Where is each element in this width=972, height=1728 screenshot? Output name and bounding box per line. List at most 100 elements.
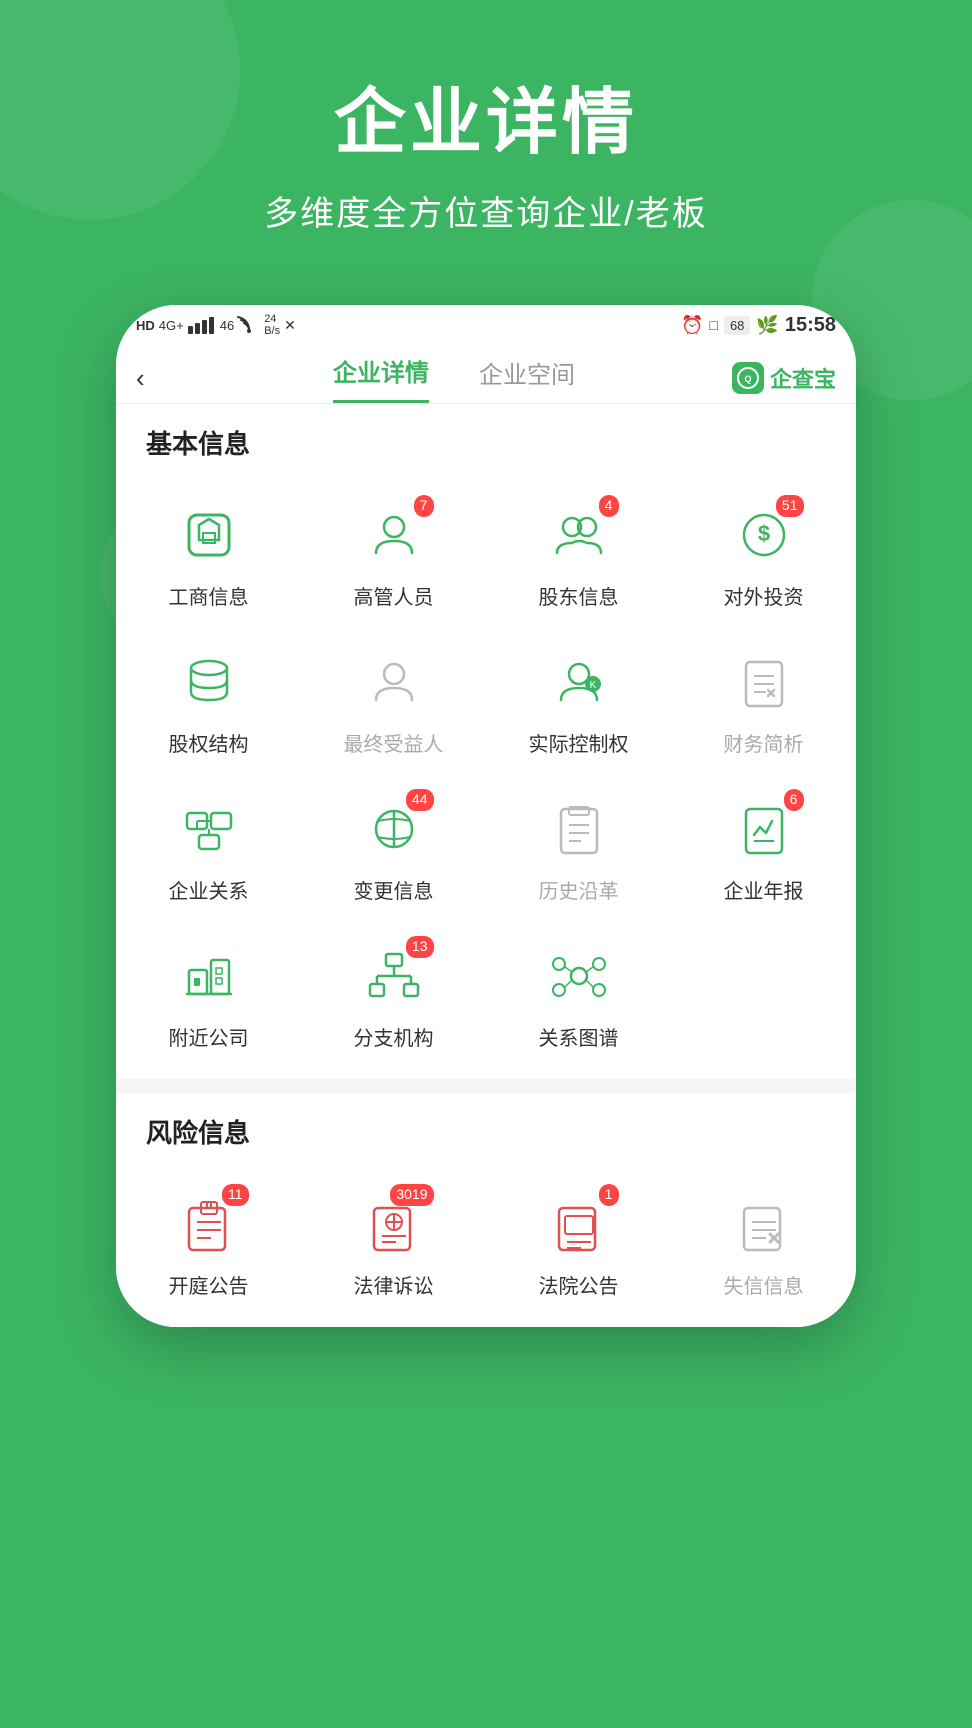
badge-fenzhi: 13: [406, 936, 434, 958]
gongshang-icon: [173, 499, 245, 571]
gudong-icon: 4: [543, 499, 615, 571]
qiye-rel-icon: [173, 793, 245, 865]
item-label: 开庭公告: [169, 1270, 249, 1299]
svg-text:K: K: [589, 680, 596, 691]
basic-info-grid: 工商信息 7 高管人员: [116, 471, 856, 1079]
item-label: 变更信息: [354, 875, 434, 904]
hero-subtitle: 多维度全方位查询企业/老板: [0, 186, 972, 235]
biangeng-icon: 44: [358, 793, 430, 865]
item-label: 企业关系: [169, 875, 249, 904]
badge-fayuan: 1: [599, 1184, 619, 1206]
caiwu-icon: [728, 646, 800, 718]
phone-frame: HD 4G+ 46 24B/s ✕ ⏰: [116, 305, 856, 1327]
status-hd: HD: [136, 318, 155, 333]
list-item[interactable]: 失信信息: [671, 1170, 856, 1317]
item-label: 失信信息: [724, 1270, 804, 1299]
lishi-icon: [543, 793, 615, 865]
kaiting-icon: 11: [173, 1188, 245, 1260]
shouyi-icon: [358, 646, 430, 718]
alarm-icon: ⏰: [681, 315, 703, 336]
touzi-icon: $ 51: [728, 499, 800, 571]
item-label: 法律诉讼: [354, 1270, 434, 1299]
battery-icon: 68: [724, 316, 750, 335]
risk-info-grid: 11 开庭公告 3019: [116, 1160, 856, 1327]
item-label: 历史沿革: [539, 875, 619, 904]
list-item[interactable]: 最终受益人: [301, 628, 486, 775]
item-label: 企业年报: [724, 875, 804, 904]
svg-text:$: $: [757, 521, 769, 546]
gaoguan-icon: 7: [358, 499, 430, 571]
hero-section: 企业详情 多维度全方位查询企业/老板: [0, 0, 972, 265]
list-item[interactable]: 企业关系: [116, 775, 301, 922]
status-time: 15:58: [785, 314, 836, 337]
list-item[interactable]: 股权结构: [116, 628, 301, 775]
phone-wrapper: HD 4G+ 46 24B/s ✕ ⏰: [0, 305, 972, 1327]
list-item[interactable]: 历史沿革: [486, 775, 671, 922]
list-item[interactable]: 11 开庭公告: [116, 1170, 301, 1317]
nfc-icon: □: [709, 317, 717, 333]
fayuan-icon: 1: [543, 1188, 615, 1260]
item-label: 分支机构: [354, 1022, 434, 1051]
risk-info-title: 风险信息: [116, 1093, 856, 1160]
item-label: 工商信息: [169, 581, 249, 610]
guquan-icon: [173, 646, 245, 718]
status-4g: 4G+: [159, 318, 184, 333]
section-divider: [116, 1079, 856, 1093]
list-item[interactable]: 7 高管人员: [301, 481, 486, 628]
item-label: 关系图谱: [539, 1022, 619, 1051]
status-bar: HD 4G+ 46 24B/s ✕ ⏰: [116, 305, 856, 343]
item-label: 附近公司: [169, 1022, 249, 1051]
tab-company-detail[interactable]: 企业详情: [333, 353, 429, 403]
fujin-icon: [173, 940, 245, 1012]
list-item[interactable]: 13 分支机构: [301, 922, 486, 1069]
list-item[interactable]: 44 变更信息: [301, 775, 486, 922]
status-left: HD 4G+ 46 24B/s ✕: [136, 313, 296, 337]
list-item[interactable]: 关系图谱: [486, 922, 671, 1069]
badge-biangeng: 44: [406, 789, 434, 811]
shixin-icon: [728, 1188, 800, 1260]
content-area: 基本信息 工商信息: [116, 404, 856, 1327]
badge-gaoguan: 7: [414, 495, 434, 517]
svg-text:Q: Q: [744, 374, 751, 384]
item-label: 高管人员: [354, 581, 434, 610]
list-item[interactable]: 3019 法律诉讼: [301, 1170, 486, 1317]
item-label: 股东信息: [539, 581, 619, 610]
item-label: 股权结构: [169, 728, 249, 757]
item-label: 实际控制权: [529, 728, 629, 757]
leaf-icon: 🌿: [756, 315, 778, 336]
fenzhi-icon: 13: [358, 940, 430, 1012]
status-data: 24B/s: [264, 313, 280, 337]
list-item[interactable]: $ 51 对外投资: [671, 481, 856, 628]
list-item[interactable]: 4 股东信息: [486, 481, 671, 628]
list-item[interactable]: 6 企业年报: [671, 775, 856, 922]
item-label: 法院公告: [539, 1270, 619, 1299]
susong-icon: 3019: [358, 1188, 430, 1260]
list-item[interactable]: K 实际控制权: [486, 628, 671, 775]
item-label: 财务简析: [724, 728, 804, 757]
item-label: 最终受益人: [344, 728, 444, 757]
list-item[interactable]: 附近公司: [116, 922, 301, 1069]
nav-logo[interactable]: Q 企查宝: [732, 362, 836, 394]
nav-tabs: 企业详情 企业空间: [176, 353, 732, 403]
badge-touzi: 51: [776, 495, 804, 517]
signal-icon: [188, 316, 216, 334]
hero-title: 企业详情: [0, 80, 972, 166]
qichabao-label: 企查宝: [770, 362, 836, 394]
status-x: ✕: [284, 317, 296, 334]
qichabao-icon: Q: [732, 362, 764, 394]
back-button[interactable]: ‹: [136, 363, 176, 394]
nav-bar: ‹ 企业详情 企业空间 Q 企查宝: [116, 343, 856, 404]
kongzhi-icon: K: [543, 646, 615, 718]
wifi-icon: [238, 316, 260, 334]
list-item[interactable]: 1 法院公告: [486, 1170, 671, 1317]
badge-nianbao: 6: [784, 789, 804, 811]
tupu-icon: [543, 940, 615, 1012]
item-label: 对外投资: [724, 581, 804, 610]
badge-kaiting: 11: [222, 1184, 249, 1206]
list-item[interactable]: 工商信息: [116, 481, 301, 628]
nianbao-icon: 6: [728, 793, 800, 865]
list-item[interactable]: 财务简析: [671, 628, 856, 775]
tab-company-space[interactable]: 企业空间: [479, 355, 575, 402]
badge-gudong: 4: [599, 495, 619, 517]
badge-susong: 3019: [390, 1184, 433, 1206]
